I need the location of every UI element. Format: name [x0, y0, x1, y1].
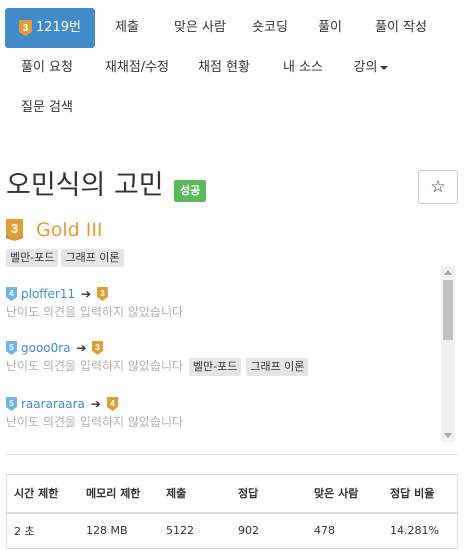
- silver-tier-icon: 5: [6, 340, 17, 355]
- silver-tier-icon: 5: [6, 396, 17, 411]
- submissions-value: 5122: [158, 512, 230, 549]
- gold-tier-icon: 3: [92, 340, 104, 355]
- header-accepted: 정답: [230, 474, 306, 514]
- tab-correct-users[interactable]: 맞은 사람: [165, 8, 235, 48]
- svg-text:5: 5: [9, 399, 14, 408]
- tab-write-solution[interactable]: 풀이 작성: [367, 8, 435, 48]
- star-button[interactable]: ☆: [418, 170, 458, 204]
- gold-tier-icon: 3: [96, 286, 108, 301]
- star-icon: ☆: [430, 177, 446, 197]
- silver-tier-icon: 4: [6, 286, 17, 301]
- tab-rejudge[interactable]: 재채점/수정: [97, 48, 177, 88]
- svg-text:3: 3: [11, 221, 18, 236]
- tab-question-search[interactable]: 질문 검색: [15, 88, 79, 128]
- tab-problem[interactable]: 3 1219번: [5, 8, 95, 48]
- accepted-value: 902: [230, 512, 306, 549]
- opinions-scrollbar[interactable]: [441, 266, 455, 442]
- svg-text:5: 5: [9, 343, 14, 352]
- opinion-comment: 난이도 의견을 입력하지 않았습니다: [6, 305, 184, 319]
- algorithm-tags: 벨만-포드 그래프 이론: [6, 246, 127, 267]
- tag-bellman-ford[interactable]: 벨만-포드: [6, 249, 59, 267]
- gold-tier-icon: 3: [6, 219, 23, 241]
- tier-name: Gold III: [36, 219, 103, 241]
- problem-header: 오민식의 고민 성공 ☆: [6, 166, 458, 210]
- header-time-limit: 시간 제한: [6, 474, 78, 514]
- time-limit-value: 2 초: [6, 512, 78, 549]
- arrow-icon: ➔: [80, 286, 92, 301]
- caret-down-icon: [380, 65, 389, 70]
- tab-solutions[interactable]: 풀이: [312, 8, 348, 48]
- scrollbar-thumb[interactable]: [443, 280, 453, 340]
- gold-tier-icon: 4: [106, 396, 118, 411]
- table-row: 2 초 128 MB 5122 902 478 14.281%: [6, 512, 458, 549]
- svg-text:3: 3: [23, 23, 29, 34]
- gold-tier-icon: 3: [18, 20, 32, 36]
- difficulty-opinions: 4 ploffer11 ➔ 3 난이도 의견을 입력하지 않았습니다 5 gooo0…: [6, 266, 458, 442]
- list-item: 4 ploffer11 ➔ 3 난이도 의견을 입력하지 않았습니다: [6, 284, 436, 322]
- list-item: 5 raararaara ➔ 4 난이도 의견을 입력하지 않았습니다: [6, 394, 436, 432]
- accept-ratio-value: 14.281%: [382, 512, 458, 549]
- header-accept-ratio: 정답 비율: [382, 474, 458, 514]
- tag-graph-theory[interactable]: 그래프 이론: [246, 357, 309, 376]
- svg-text:4: 4: [9, 289, 14, 298]
- table-header-row: 시간 제한 메모리 제한 제출 정답 맞은 사람 정답 비율: [6, 474, 458, 514]
- tag-graph-theory[interactable]: 그래프 이론: [61, 249, 124, 267]
- tab-lectures-dropdown[interactable]: 강의: [349, 48, 393, 88]
- tab-request-solution[interactable]: 풀이 요청: [15, 48, 79, 88]
- tab-problem-label: 1219번: [35, 20, 82, 35]
- header-solved-users: 맞은 사람: [306, 474, 382, 514]
- header-memory-limit: 메모리 제한: [78, 474, 158, 514]
- status-badge: 성공: [174, 180, 207, 202]
- opinion-comment: 난이도 의견을 입력하지 않았습니다: [6, 359, 184, 373]
- svg-text:4: 4: [110, 399, 115, 408]
- user-link[interactable]: raararaara: [21, 397, 85, 411]
- list-item: 5 gooo0ra ➔ 3 난이도 의견을 입력하지 않았습니다 벨만-포드 그래프…: [6, 338, 436, 376]
- svg-text:3: 3: [96, 343, 101, 352]
- tag-bellman-ford[interactable]: 벨만-포드: [188, 357, 242, 376]
- svg-text:3: 3: [100, 289, 105, 298]
- scroll-down-icon[interactable]: [444, 433, 452, 438]
- arrow-icon: ➔: [90, 396, 101, 411]
- scroll-up-icon[interactable]: [444, 270, 452, 275]
- arrow-icon: ➔: [76, 340, 87, 355]
- problem-info-table: 시간 제한 메모리 제한 제출 정답 맞은 사람 정답 비율 2 초 128 M…: [6, 474, 458, 549]
- user-link[interactable]: gooo0ra: [21, 341, 71, 355]
- tab-submit[interactable]: 제출: [105, 8, 149, 48]
- header-submissions: 제출: [158, 474, 230, 514]
- tab-lectures-label: 강의: [353, 60, 378, 75]
- opinion-comment: 난이도 의견을 입력하지 않았습니다: [6, 415, 184, 429]
- tab-short-coding[interactable]: 숏코딩: [245, 8, 295, 48]
- tab-judge-status[interactable]: 채점 현황: [193, 48, 255, 88]
- divider: [6, 454, 458, 455]
- user-link[interactable]: ploffer11: [21, 287, 75, 301]
- memory-limit-value: 128 MB: [78, 512, 158, 549]
- page-title: 오민식의 고민: [6, 170, 164, 201]
- solved-users-value: 478: [306, 512, 382, 549]
- tab-my-source[interactable]: 내 소스: [277, 48, 329, 88]
